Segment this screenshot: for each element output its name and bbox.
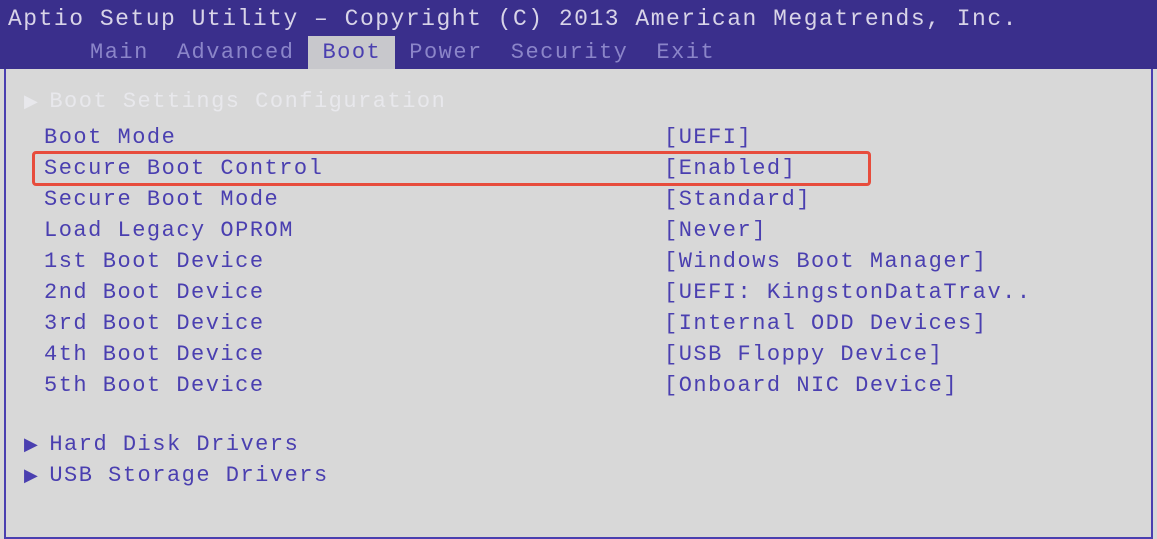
setting-4th-boot-device[interactable]: 4th Boot Device [USB Floppy Device] (6, 339, 1151, 370)
setting-value: [Standard] (664, 187, 1133, 212)
setting-boot-mode[interactable]: Boot Mode [UEFI] (6, 122, 1151, 153)
menu-security[interactable]: Security (497, 36, 643, 69)
section-arrow-icon: ▶ (24, 91, 39, 113)
setting-label: 4th Boot Device (44, 342, 664, 367)
submenu-arrow-icon: ▶ (24, 465, 39, 487)
setting-value: [UEFI] (664, 125, 1133, 150)
setting-load-legacy-oprom[interactable]: Load Legacy OPROM [Never] (6, 215, 1151, 246)
setting-label: Secure Boot Control (44, 156, 664, 181)
setting-label: 2nd Boot Device (44, 280, 664, 305)
submenu-label: USB Storage Drivers (49, 463, 328, 488)
submenu-label: Hard Disk Drivers (49, 432, 299, 457)
menu-boot[interactable]: Boot (308, 36, 395, 69)
setting-value: [USB Floppy Device] (664, 342, 1133, 367)
setting-label: Load Legacy OPROM (44, 218, 664, 243)
setting-secure-boot-mode[interactable]: Secure Boot Mode [Standard] (6, 184, 1151, 215)
setting-1st-boot-device[interactable]: 1st Boot Device [Windows Boot Manager] (6, 246, 1151, 277)
section-title: Boot Settings Configuration (49, 89, 446, 114)
setting-3rd-boot-device[interactable]: 3rd Boot Device [Internal ODD Devices] (6, 308, 1151, 339)
setting-value: [Onboard NIC Device] (664, 373, 1133, 398)
submenu-usb-storage-drivers[interactable]: ▶ USB Storage Drivers (6, 460, 1151, 491)
bios-title: Aptio Setup Utility – Copyright (C) 2013… (8, 6, 1149, 36)
content-area: ▶ Boot Settings Configuration Boot Mode … (4, 69, 1153, 539)
menu-power[interactable]: Power (395, 36, 497, 69)
submenu-arrow-icon: ▶ (24, 434, 39, 456)
setting-2nd-boot-device[interactable]: 2nd Boot Device [UEFI: KingstonDataTrav.… (6, 277, 1151, 308)
menu-advanced[interactable]: Advanced (163, 36, 309, 69)
setting-value: [Windows Boot Manager] (664, 249, 1133, 274)
setting-value: [Never] (664, 218, 1133, 243)
bios-header: Aptio Setup Utility – Copyright (C) 2013… (0, 0, 1157, 69)
setting-label: Secure Boot Mode (44, 187, 664, 212)
setting-label: 1st Boot Device (44, 249, 664, 274)
spacer (6, 401, 1151, 429)
setting-label: Boot Mode (44, 125, 664, 150)
setting-label: 5th Boot Device (44, 373, 664, 398)
setting-value: [UEFI: KingstonDataTrav.. (664, 280, 1133, 305)
setting-secure-boot-control[interactable]: Secure Boot Control [Enabled] (6, 153, 1151, 184)
setting-label: 3rd Boot Device (44, 311, 664, 336)
setting-5th-boot-device[interactable]: 5th Boot Device [Onboard NIC Device] (6, 370, 1151, 401)
setting-value: [Enabled] (664, 156, 1133, 181)
menu-exit[interactable]: Exit (642, 36, 729, 69)
setting-value: [Internal ODD Devices] (664, 311, 1133, 336)
section-header: ▶ Boot Settings Configuration (6, 87, 1151, 116)
menu-bar: Main Advanced Boot Power Security Exit (8, 36, 1149, 69)
submenu-hard-disk-drivers[interactable]: ▶ Hard Disk Drivers (6, 429, 1151, 460)
menu-main[interactable]: Main (76, 36, 163, 69)
